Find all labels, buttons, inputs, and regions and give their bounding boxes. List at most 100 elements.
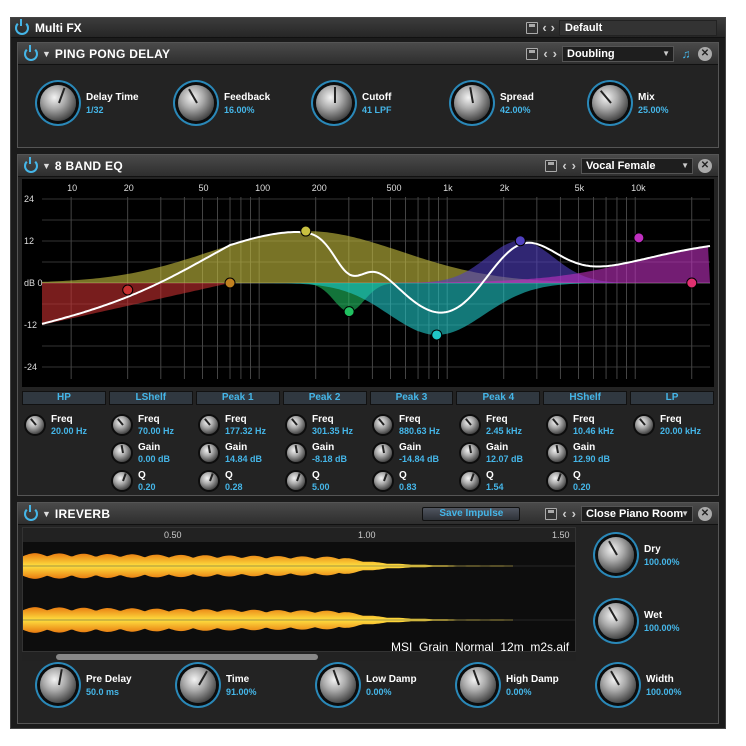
- mix-knob[interactable]: [592, 85, 628, 121]
- param-label: Freq: [138, 414, 160, 425]
- preset-dropdown[interactable]: Doubling: [562, 46, 674, 62]
- peak-3-q-knob[interactable]: [374, 472, 392, 490]
- next-preset-icon[interactable]: ›: [572, 507, 576, 520]
- power-icon[interactable]: [15, 18, 29, 35]
- metronome-icon[interactable]: ♫: [679, 47, 693, 61]
- q-param: Q 0.20: [113, 467, 199, 495]
- band-tab-peak-1[interactable]: Peak 1: [195, 391, 280, 405]
- close-icon[interactable]: ✕: [698, 47, 712, 61]
- save-icon[interactable]: [545, 160, 558, 172]
- preset-dropdown[interactable]: Vocal Female: [581, 158, 693, 174]
- peak-2-gain-knob[interactable]: [287, 444, 305, 462]
- freq-param: Freq 20.00 kHz: [635, 411, 721, 439]
- delay-time-knob[interactable]: [40, 85, 76, 121]
- peak-4-freq-knob[interactable]: [461, 416, 479, 434]
- collapse-icon[interactable]: ▼: [42, 49, 51, 59]
- eq-band-node: [300, 225, 312, 237]
- ping-pong-delay-module: ▼ PING PONG DELAY ‹ › Doubling ♫ ✕ Delay…: [17, 42, 719, 148]
- band-tab-peak-4[interactable]: Peak 4: [456, 391, 541, 405]
- wet-knob[interactable]: [598, 603, 634, 639]
- eq-graph[interactable]: 10 20 50 100 200 500 1k 2k 5k 10k 24 12 dB 0 -12 -24: [22, 179, 714, 387]
- param-value: 0.20: [573, 482, 591, 492]
- close-icon[interactable]: ✕: [698, 507, 712, 521]
- next-preset-icon[interactable]: ›: [553, 47, 557, 60]
- param-label: Freq: [486, 414, 508, 425]
- band-params-peak-2: Freq 301.35 Hz Gain -8.18 dB Q 5.00: [287, 411, 373, 495]
- power-icon[interactable]: [24, 156, 38, 173]
- prev-preset-icon[interactable]: ‹: [543, 47, 547, 60]
- freq-param: Freq 177.32 Hz: [200, 411, 286, 439]
- peak-1-q-knob[interactable]: [200, 472, 218, 490]
- time-knob[interactable]: [180, 667, 216, 703]
- band-params-hp: Freq 20.00 Hz: [26, 411, 112, 439]
- spread-knob[interactable]: [454, 85, 490, 121]
- lshelf-freq-knob[interactable]: [113, 416, 131, 434]
- save-icon[interactable]: [526, 48, 539, 60]
- hshelf-freq-knob[interactable]: [548, 416, 566, 434]
- prev-preset-icon[interactable]: ‹: [562, 507, 566, 520]
- prev-preset-icon[interactable]: ‹: [562, 159, 566, 172]
- save-icon[interactable]: [526, 22, 539, 34]
- low-damp-knob[interactable]: [320, 667, 356, 703]
- peak-4-q-knob[interactable]: [461, 472, 479, 490]
- param-label: Freq: [399, 414, 421, 425]
- feedback-knob[interactable]: [178, 85, 214, 121]
- peak-2-q-knob[interactable]: [287, 472, 305, 490]
- width-knob[interactable]: [600, 667, 636, 703]
- eq-band-node: [224, 277, 236, 289]
- module-preset-controls: ‹ › Vocal Female ✕: [545, 158, 712, 174]
- hshelf-q-knob[interactable]: [548, 472, 566, 490]
- knob-label: Low Damp: [366, 673, 417, 685]
- power-icon[interactable]: [24, 44, 38, 61]
- waveform-scrollbar[interactable]: [22, 651, 576, 661]
- band-tab-hshelf[interactable]: HShelf: [543, 391, 628, 405]
- prev-preset-icon[interactable]: ‹: [542, 21, 546, 34]
- q-param: Q 0.28: [200, 467, 286, 495]
- eq-band-node: [686, 277, 698, 289]
- hp-freq-knob[interactable]: [26, 416, 44, 434]
- peak-3-gain-knob[interactable]: [374, 444, 392, 462]
- scrollbar-thumb[interactable]: [56, 654, 318, 660]
- gain-param: Gain -14.84 dB: [374, 439, 460, 467]
- close-icon[interactable]: ✕: [698, 159, 712, 173]
- knob-value: 100.00%: [644, 556, 680, 567]
- band-tab-peak-2[interactable]: Peak 2: [282, 391, 367, 405]
- pre-delay-control: Pre Delay 50.0 ms: [40, 667, 132, 703]
- collapse-icon[interactable]: ▼: [42, 509, 51, 519]
- freq-param: Freq 880.63 Hz: [374, 411, 460, 439]
- band-params-peak-1: Freq 177.32 Hz Gain 14.84 dB Q 0.28: [200, 411, 286, 495]
- lp-freq-knob[interactable]: [635, 416, 653, 434]
- power-icon[interactable]: [24, 504, 38, 521]
- peak-3-freq-knob[interactable]: [374, 416, 392, 434]
- dry-knob[interactable]: [598, 537, 634, 573]
- param-label: Gain: [399, 442, 422, 453]
- peak-2-freq-knob[interactable]: [287, 416, 305, 434]
- band-tab-peak-3[interactable]: Peak 3: [369, 391, 454, 405]
- pre-delay-knob[interactable]: [40, 667, 76, 703]
- lshelf-gain-knob[interactable]: [113, 444, 131, 462]
- peak-1-gain-knob[interactable]: [200, 444, 218, 462]
- q-param: Q 1.54: [461, 467, 547, 495]
- peak-4-gain-knob[interactable]: [461, 444, 479, 462]
- module-title: PING PONG DELAY: [54, 46, 171, 61]
- db-tick-label: -24: [24, 362, 37, 372]
- hshelf-gain-knob[interactable]: [548, 444, 566, 462]
- global-preset-name[interactable]: Default: [559, 20, 717, 36]
- knob-value: 91.00%: [226, 686, 257, 697]
- next-preset-icon[interactable]: ›: [572, 159, 576, 172]
- multi-fx-window: Multi FX ‹ › Default ▼ PING PONG DELAY ‹…: [10, 17, 726, 729]
- preset-dropdown[interactable]: Close Piano Room: [581, 506, 693, 522]
- impulse-waveform[interactable]: 0.50 1.00 1.50 MSI_Grain_Normal_12m_m2s.ai…: [22, 527, 576, 655]
- band-tab-lshelf[interactable]: LShelf: [108, 391, 193, 405]
- collapse-icon[interactable]: ▼: [42, 161, 51, 171]
- peak-1-freq-knob[interactable]: [200, 416, 218, 434]
- cutoff-knob[interactable]: [316, 85, 352, 121]
- high-damp-knob[interactable]: [460, 667, 496, 703]
- lshelf-q-knob[interactable]: [113, 472, 131, 490]
- save-impulse-button[interactable]: Save Impulse: [422, 507, 521, 521]
- save-icon[interactable]: [545, 508, 558, 520]
- band-tab-hp[interactable]: HP: [22, 391, 106, 405]
- freq-tick-label: 10k: [631, 183, 646, 193]
- next-preset-icon[interactable]: ›: [551, 21, 555, 34]
- band-tab-lp[interactable]: LP: [630, 391, 714, 405]
